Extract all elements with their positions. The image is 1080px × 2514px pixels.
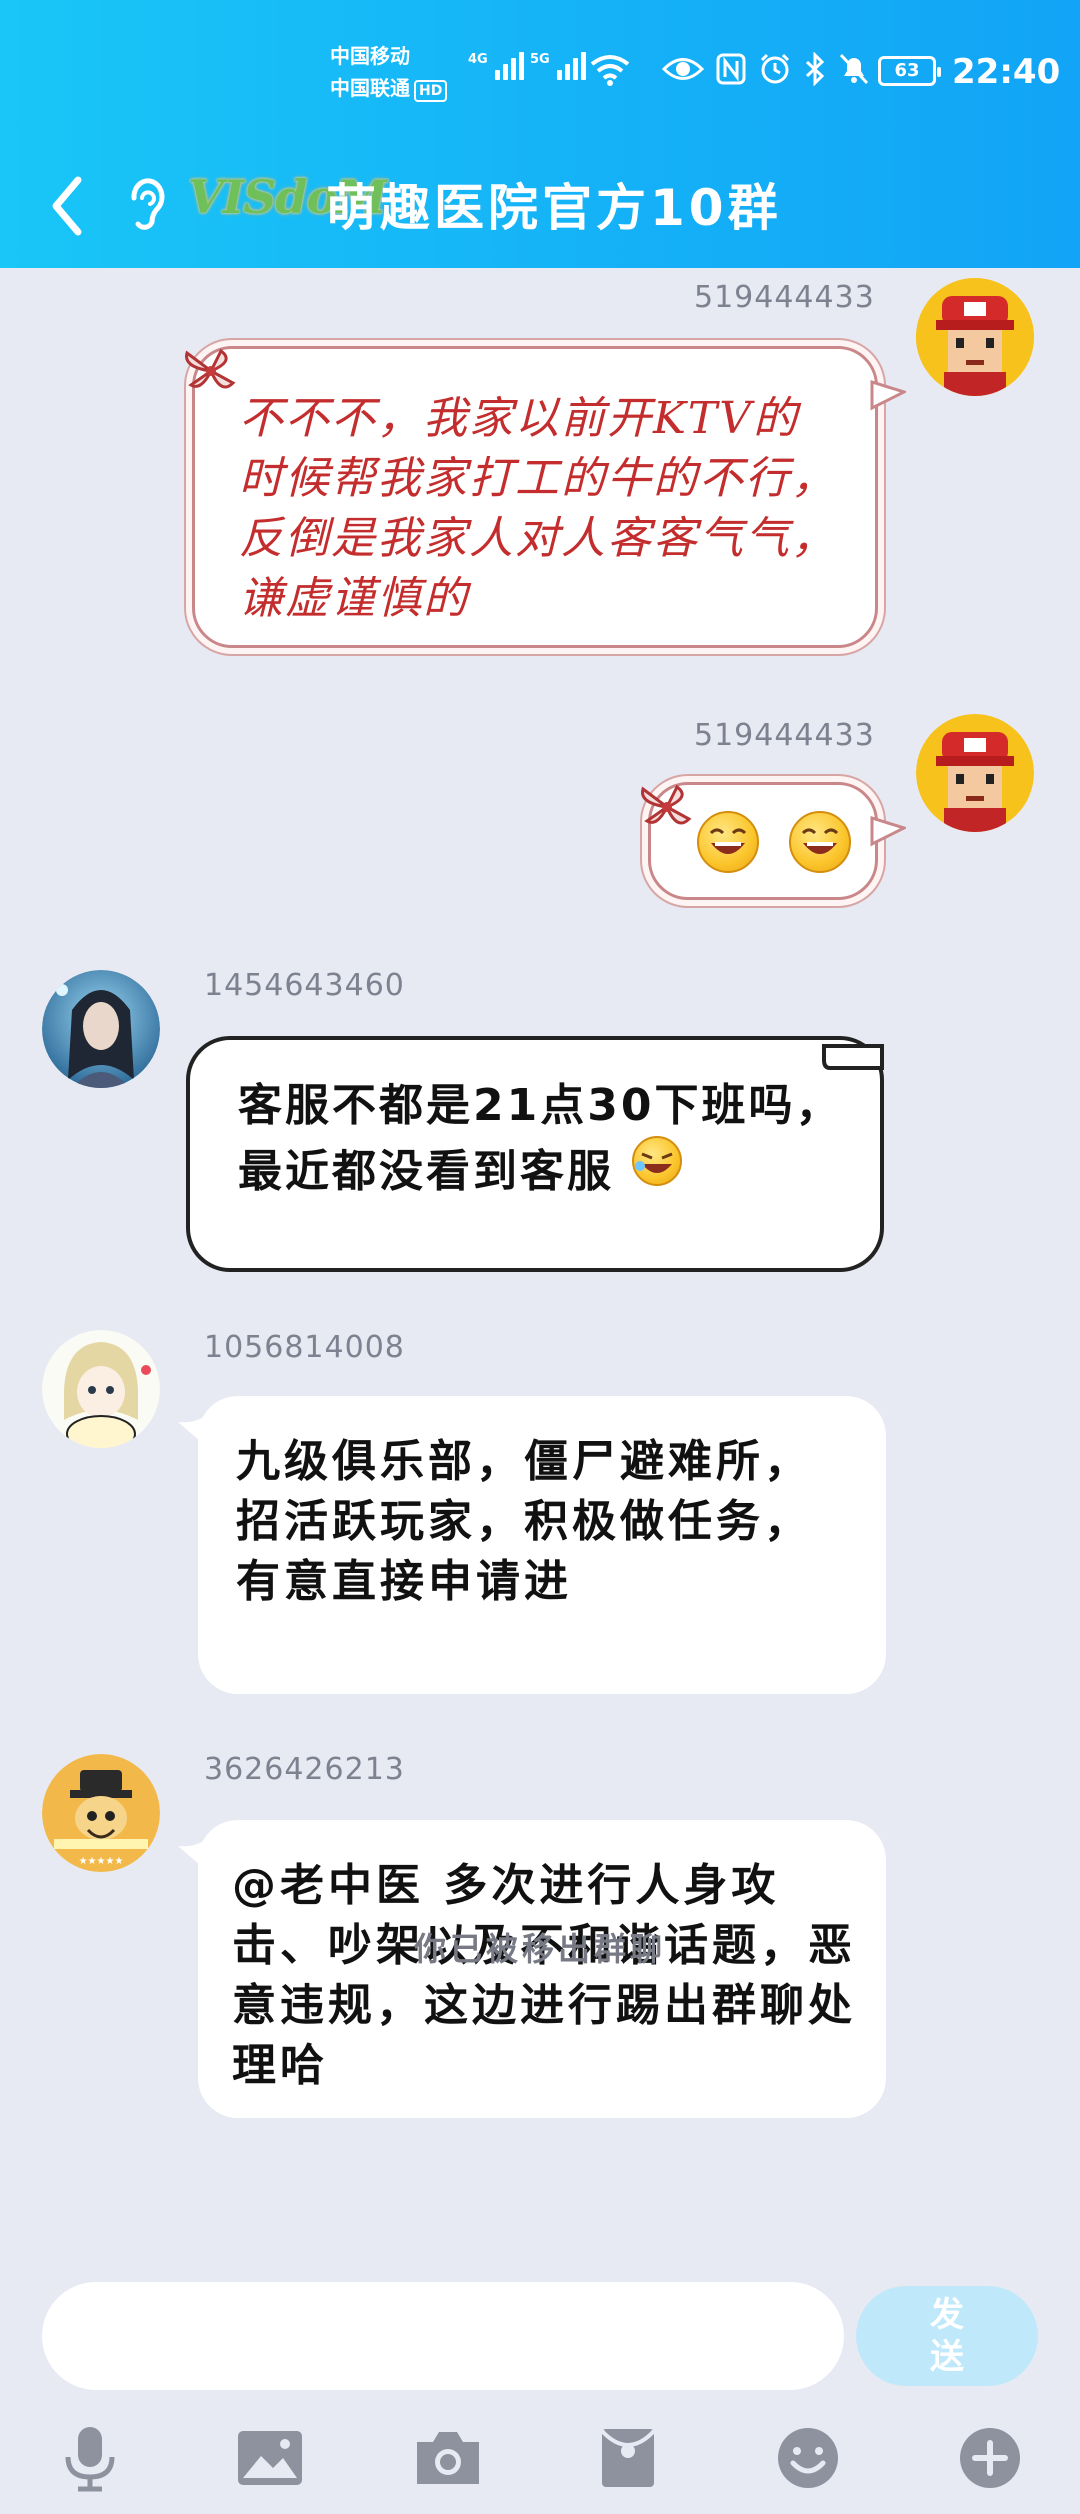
pixel-boy-avatar-icon bbox=[916, 278, 1034, 396]
message-input[interactable] bbox=[42, 2282, 844, 2390]
message-bubble[interactable] bbox=[641, 782, 878, 900]
bubble-tail bbox=[870, 379, 906, 411]
svg-text:★★★★★: ★★★★★ bbox=[79, 1856, 124, 1867]
image-icon[interactable] bbox=[230, 2418, 310, 2498]
grin-emoji-icon bbox=[789, 810, 851, 873]
scroll-curl-icon bbox=[822, 1044, 884, 1070]
avatar[interactable]: ★★★★★ bbox=[42, 1754, 160, 1872]
plus-icon[interactable] bbox=[950, 2418, 1030, 2498]
message-text: 客服不都是21点30下班吗，最近都没看到客服 bbox=[238, 1080, 843, 1197]
status-bar: 中国移动 中国联通 HD 4G 5G 63 22:40 bbox=[0, 0, 1080, 150]
bubble-tail bbox=[178, 1416, 206, 1446]
laugh-emoji-icon bbox=[632, 1136, 683, 1186]
chevron-left-icon[interactable] bbox=[40, 170, 96, 242]
grin-emoji-icon bbox=[697, 810, 759, 873]
bow-icon bbox=[641, 784, 692, 825]
avatar[interactable] bbox=[42, 1330, 160, 1448]
message-bubble[interactable]: 九级俱乐部，僵尸避难所，招活跃玩家，积极做任务，有意直接申请进 bbox=[198, 1396, 886, 1694]
red-packet-icon[interactable] bbox=[588, 2418, 668, 2498]
avatar[interactable] bbox=[916, 714, 1034, 832]
signal-4g-icon: 4G bbox=[468, 52, 524, 80]
carrier-1: 中国移动 bbox=[330, 44, 410, 68]
message-text: 九级俱乐部，僵尸避难所，招活跃玩家，积极做任务，有意直接申请进 bbox=[236, 1436, 812, 1607]
page-title[interactable]: 萌趣医院官方10群 bbox=[326, 168, 782, 240]
eye-icon bbox=[662, 58, 704, 80]
ear-icon[interactable] bbox=[124, 174, 168, 234]
message-bubble[interactable]: 客服不都是21点30下班吗，最近都没看到客服 bbox=[186, 1036, 884, 1272]
camera-icon[interactable] bbox=[408, 2418, 488, 2498]
sender-id: 1056814008 bbox=[204, 1330, 405, 1365]
system-notice: 你已被移出群聊 bbox=[413, 1930, 666, 1968]
status-time: 22:40 bbox=[952, 52, 1061, 92]
knight-avatar-icon: ★★★★★ bbox=[42, 1754, 160, 1872]
carrier-2: 中国联通 bbox=[330, 76, 410, 100]
swordsman-avatar-icon bbox=[42, 970, 160, 1088]
sender-id: 3626426213 bbox=[204, 1752, 405, 1787]
battery-indicator: 63 bbox=[878, 56, 941, 86]
carrier-info: 中国移动 中国联通 HD bbox=[330, 40, 448, 104]
microphone-icon[interactable] bbox=[50, 2418, 130, 2498]
signal-5g-icon: 5G bbox=[530, 52, 586, 80]
app-header: 中国移动 中国联通 HD 4G 5G 63 22:40 VISdoM 萌趣医院官… bbox=[0, 0, 1080, 268]
sender-id: 519444433 bbox=[694, 280, 875, 315]
sender-id: 1454643460 bbox=[204, 968, 405, 1003]
message-text: @老中医 多次进行人身攻击、吵架以及不和谐话题，恶意违规，这边进行踢出群聊处理哈 bbox=[232, 1860, 856, 2091]
title-bar: VISdoM 萌趣医院官方10群 bbox=[0, 150, 1080, 268]
wifi-icon bbox=[590, 55, 630, 86]
sender-id: 519444433 bbox=[694, 718, 875, 753]
send-button[interactable]: 发送 bbox=[856, 2286, 1038, 2386]
bow-icon bbox=[185, 348, 236, 389]
hd-badge: HD bbox=[414, 80, 448, 102]
alarm-icon bbox=[760, 53, 790, 84]
input-toolbar bbox=[0, 2410, 1080, 2514]
avatar[interactable] bbox=[42, 970, 160, 1088]
message-bubble[interactable]: 不不不，我家以前开KTV的时候帮我家打工的牛的不行，反倒是我家人对人客客气气，谦… bbox=[185, 346, 878, 648]
emoji-icon[interactable] bbox=[768, 2418, 848, 2498]
bubble-tail bbox=[870, 815, 906, 847]
message-list[interactable]: 519444433 不不不，我家以前开KTV的时候帮我家打工的牛的不行，反倒是我… bbox=[0, 268, 1080, 2278]
nfc-icon bbox=[716, 53, 746, 85]
bluetooth-icon bbox=[805, 52, 825, 86]
message-text: 不不不，我家以前开KTV的时候帮我家打工的牛的不行，反倒是我家人对人客客气气，谦… bbox=[239, 393, 837, 624]
status-icons bbox=[662, 52, 870, 86]
pixel-boy-avatar-icon bbox=[916, 714, 1034, 832]
bubble-tail bbox=[178, 1840, 206, 1870]
avatar[interactable] bbox=[916, 278, 1034, 396]
mute-icon bbox=[839, 53, 869, 85]
anime-girl-avatar-icon bbox=[42, 1330, 160, 1448]
